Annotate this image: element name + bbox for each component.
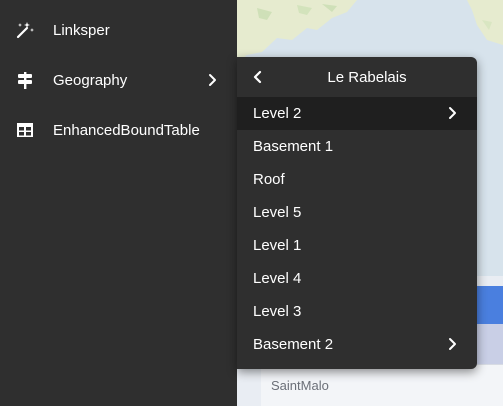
table-row[interactable]: SaintMalo bbox=[261, 364, 503, 406]
side-menu: Linksper Geography EnhancedBoundTable bbox=[0, 0, 237, 406]
sidebar-item-label: Geography bbox=[53, 71, 128, 89]
submenu-header: Le Rabelais bbox=[237, 57, 477, 97]
submenu-item-label: Level 1 bbox=[253, 237, 302, 254]
submenu-item-label: Level 2 bbox=[253, 105, 302, 122]
submenu-item-label: Basement 2 bbox=[253, 336, 334, 353]
magic-wand-icon bbox=[15, 20, 35, 40]
chevron-right-icon bbox=[445, 105, 461, 121]
sidebar-item-label: Linksper bbox=[53, 21, 110, 39]
sidebar-item-linksper[interactable]: Linksper bbox=[0, 10, 237, 50]
chevron-right-icon bbox=[445, 336, 461, 352]
submenu-item-label: Level 4 bbox=[253, 270, 302, 287]
submenu-item-level-4[interactable]: Level 4 bbox=[237, 262, 477, 295]
table-icon bbox=[15, 120, 35, 140]
sidebar-item-label: EnhancedBoundTable bbox=[53, 121, 200, 139]
submenu-item-label: Basement 1 bbox=[253, 138, 334, 155]
table-cell-text: SaintMalo bbox=[271, 378, 329, 393]
signpost-icon bbox=[15, 70, 35, 90]
submenu-item-label: Roof bbox=[253, 171, 285, 188]
chevron-left-icon[interactable] bbox=[249, 69, 265, 85]
submenu-item-level-1[interactable]: Level 1 bbox=[237, 229, 477, 262]
submenu-item-basement-1[interactable]: Basement 1 bbox=[237, 130, 477, 163]
submenu-item-level-3[interactable]: Level 3 bbox=[237, 295, 477, 328]
submenu-item-label: Level 5 bbox=[253, 204, 302, 221]
sidebar-item-geography[interactable]: Geography bbox=[0, 60, 237, 100]
submenu-item-basement-2[interactable]: Basement 2 bbox=[237, 328, 477, 361]
chevron-right-icon bbox=[205, 72, 221, 88]
submenu-item-roof[interactable]: Roof bbox=[237, 163, 477, 196]
submenu-panel: Le Rabelais Level 2 Basement 1 Roof Leve… bbox=[237, 57, 477, 369]
submenu-title: Le Rabelais bbox=[327, 69, 407, 86]
submenu-item-level-2[interactable]: Level 2 bbox=[237, 97, 477, 130]
sidebar-item-enhancedboundtable[interactable]: EnhancedBoundTable bbox=[0, 110, 237, 150]
submenu-item-label: Level 3 bbox=[253, 303, 302, 320]
submenu-item-level-5[interactable]: Level 5 bbox=[237, 196, 477, 229]
